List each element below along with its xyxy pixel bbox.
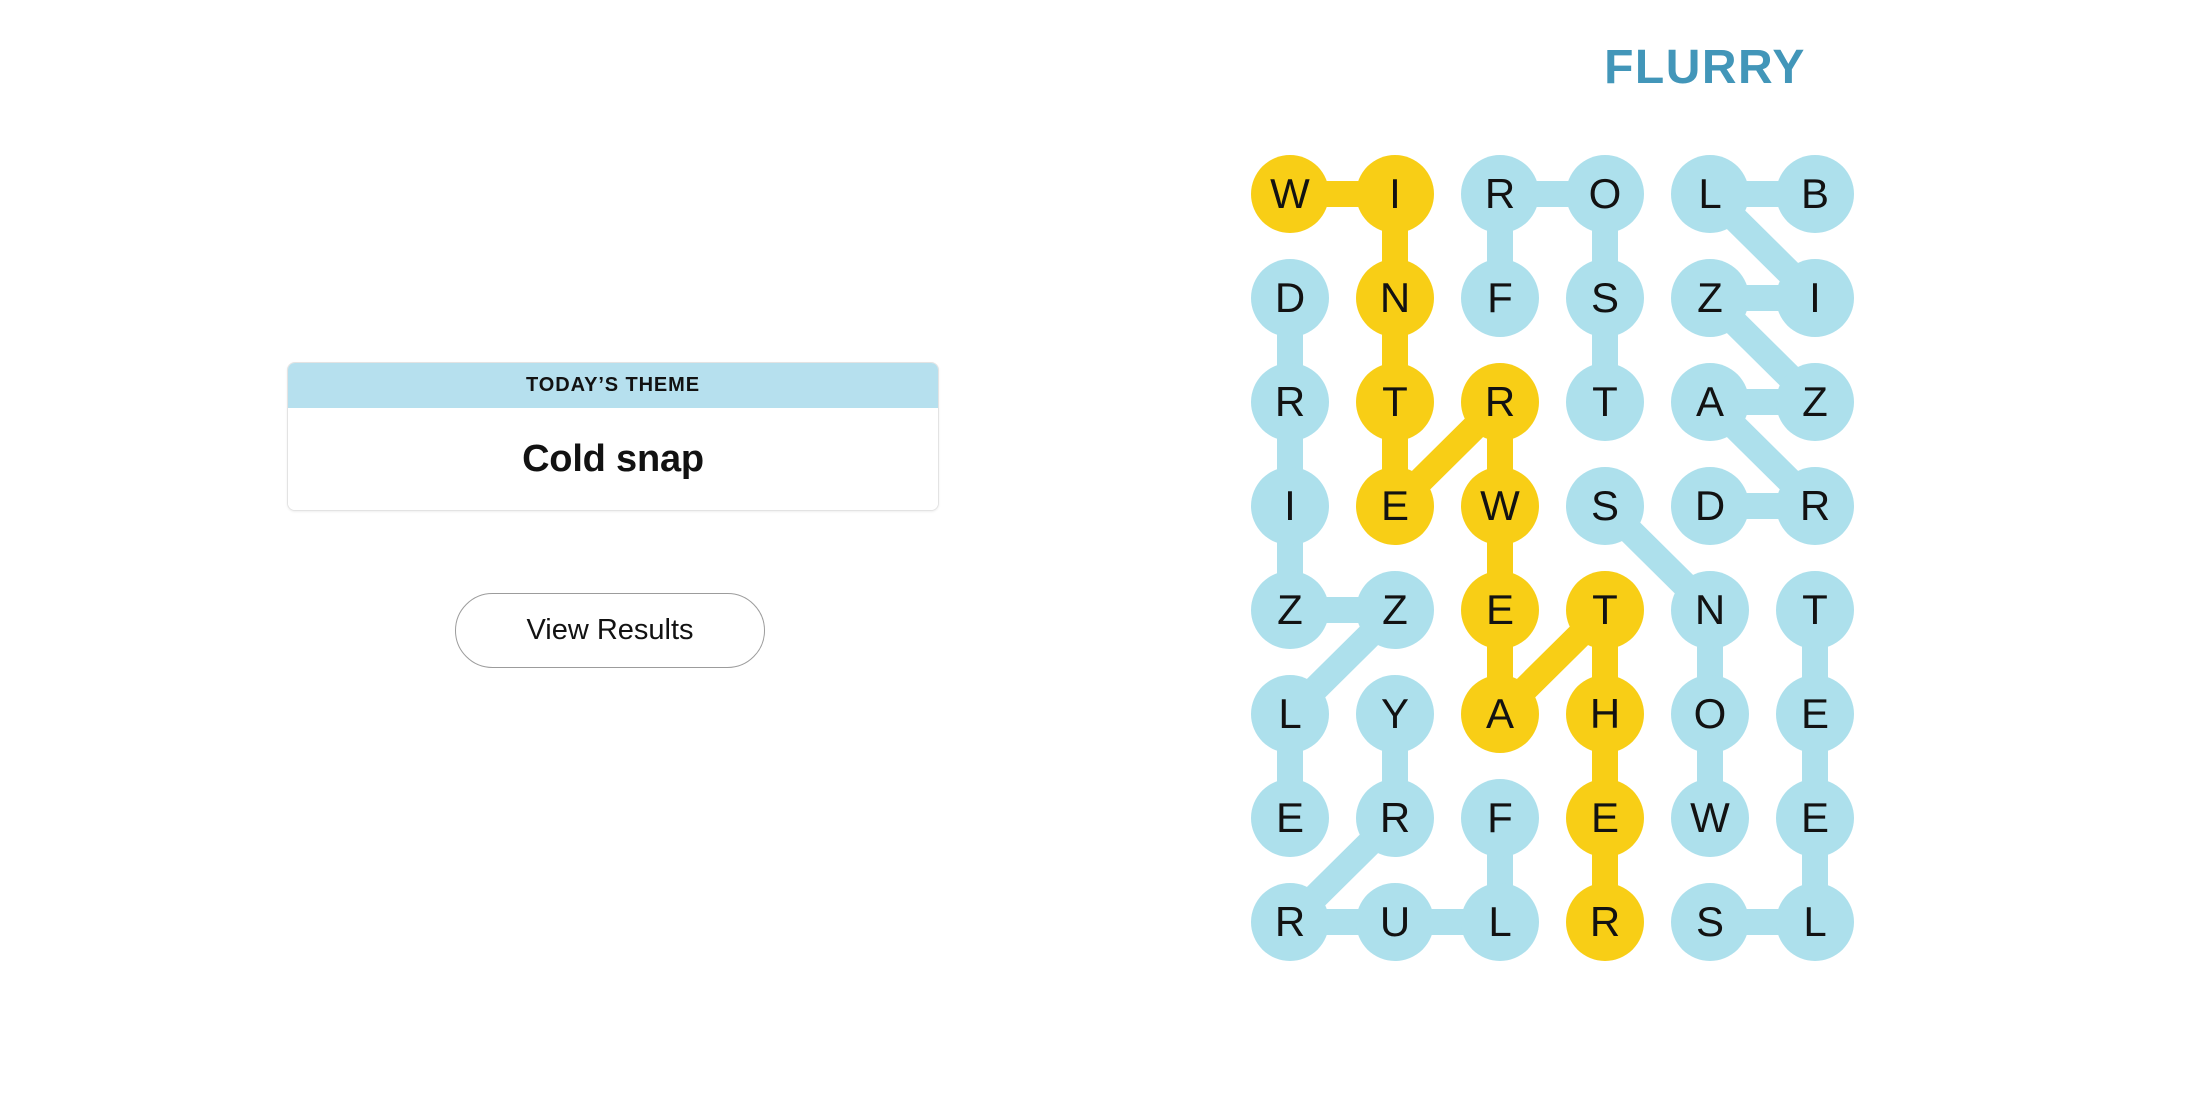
grid-cell-r7c5[interactable]: W	[1671, 779, 1749, 857]
grid-cell-r7c2[interactable]: R	[1356, 779, 1434, 857]
grid-cell-r2c1[interactable]: D	[1251, 259, 1329, 337]
grid-cell-r3c5[interactable]: A	[1671, 363, 1749, 441]
grid-cell-r4c6[interactable]: R	[1776, 467, 1854, 545]
results-left-panel: TODAY’S THEME Cold snap View Results	[0, 0, 1210, 1100]
grid-cell-r8c6[interactable]: L	[1776, 883, 1854, 961]
grid-cell-r5c4[interactable]: T	[1566, 571, 1644, 649]
app-root: TODAY’S THEME Cold snap View Results FLU…	[0, 0, 2200, 1100]
grid-cell-r2c5[interactable]: Z	[1671, 259, 1749, 337]
grid-cell-r6c6[interactable]: E	[1776, 675, 1854, 753]
view-results-button[interactable]: View Results	[455, 593, 765, 668]
grid-cell-r6c1[interactable]: L	[1251, 675, 1329, 753]
grid-cells: WIROLBDNFSZIRTRTAZIEWSDRZZETNTLYAHOEERFE…	[1245, 155, 1945, 1055]
grid-cell-r7c6[interactable]: E	[1776, 779, 1854, 857]
grid-cell-r3c2[interactable]: T	[1356, 363, 1434, 441]
puzzle-panel: FLURRY WIROLBDNFSZIRTRTAZIEWSDRZZETNTLYA…	[1210, 0, 2200, 1100]
grid-cell-r6c3[interactable]: A	[1461, 675, 1539, 753]
grid-cell-r1c3[interactable]: R	[1461, 155, 1539, 233]
grid-cell-r3c4[interactable]: T	[1566, 363, 1644, 441]
grid-cell-r8c5[interactable]: S	[1671, 883, 1749, 961]
theme-word: Cold snap	[522, 437, 704, 480]
grid-cell-r4c4[interactable]: S	[1566, 467, 1644, 545]
grid-cell-r8c4[interactable]: R	[1566, 883, 1644, 961]
grid-cell-r5c2[interactable]: Z	[1356, 571, 1434, 649]
puzzle-title: FLURRY	[1604, 41, 1806, 94]
grid-cell-r3c6[interactable]: Z	[1776, 363, 1854, 441]
grid-cell-r5c6[interactable]: T	[1776, 571, 1854, 649]
grid-cell-r4c1[interactable]: I	[1251, 467, 1329, 545]
grid-cell-r1c2[interactable]: I	[1356, 155, 1434, 233]
grid-cell-r1c5[interactable]: L	[1671, 155, 1749, 233]
grid-cell-r1c1[interactable]: W	[1251, 155, 1329, 233]
grid-cell-r4c2[interactable]: E	[1356, 467, 1434, 545]
grid-cell-r3c1[interactable]: R	[1251, 363, 1329, 441]
grid-cell-r8c3[interactable]: L	[1461, 883, 1539, 961]
grid-cell-r8c1[interactable]: R	[1251, 883, 1329, 961]
grid-cell-r2c2[interactable]: N	[1356, 259, 1434, 337]
grid-cell-r2c4[interactable]: S	[1566, 259, 1644, 337]
grid-cell-r7c3[interactable]: F	[1461, 779, 1539, 857]
theme-card-header: TODAY’S THEME	[288, 363, 938, 408]
grid-cell-r2c3[interactable]: F	[1461, 259, 1539, 337]
grid-cell-r4c5[interactable]: D	[1671, 467, 1749, 545]
grid-cell-r5c3[interactable]: E	[1461, 571, 1539, 649]
grid-cell-r7c1[interactable]: E	[1251, 779, 1329, 857]
grid-cell-r5c5[interactable]: N	[1671, 571, 1749, 649]
grid-cell-r6c5[interactable]: O	[1671, 675, 1749, 753]
grid-cell-r4c3[interactable]: W	[1461, 467, 1539, 545]
grid-cell-r1c6[interactable]: B	[1776, 155, 1854, 233]
grid-cell-r1c4[interactable]: O	[1566, 155, 1644, 233]
word-search-grid: WIROLBDNFSZIRTRTAZIEWSDRZZETNTLYAHOEERFE…	[1245, 155, 1945, 1055]
grid-cell-r6c4[interactable]: H	[1566, 675, 1644, 753]
theme-card-body: Cold snap	[288, 408, 938, 510]
todays-theme-card: TODAY’S THEME Cold snap	[287, 362, 939, 511]
grid-cell-r7c4[interactable]: E	[1566, 779, 1644, 857]
grid-cell-r5c1[interactable]: Z	[1251, 571, 1329, 649]
grid-cell-r6c2[interactable]: Y	[1356, 675, 1434, 753]
grid-cell-r2c6[interactable]: I	[1776, 259, 1854, 337]
grid-cell-r3c3[interactable]: R	[1461, 363, 1539, 441]
grid-cell-r8c2[interactable]: U	[1356, 883, 1434, 961]
